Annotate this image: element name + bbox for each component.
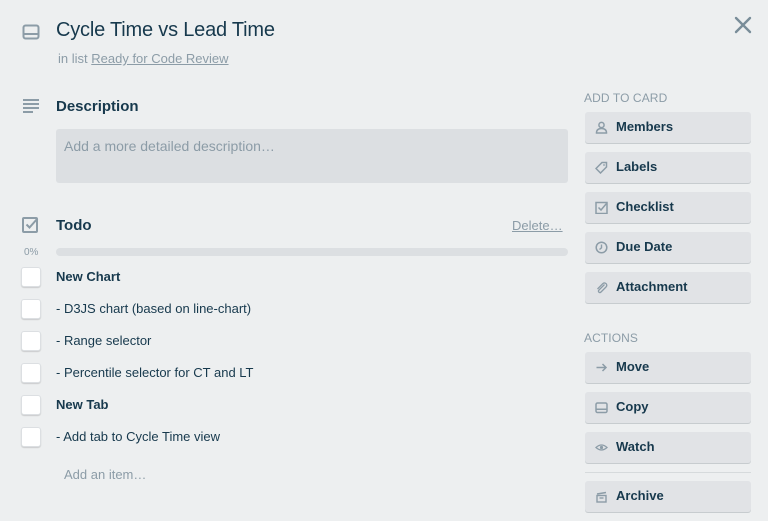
sidebar-labels-label: Labels	[616, 159, 658, 174]
sidebar-archive-label: Archive	[616, 488, 664, 503]
checklist-item-text[interactable]: - Percentile selector for CT and LT	[56, 365, 254, 380]
sidebar-members-button[interactable]: Members	[585, 112, 751, 143]
in-list-prefix: in list	[58, 51, 88, 66]
sidebar-labels-button[interactable]: Labels	[585, 152, 751, 183]
sidebar-attachment-button[interactable]: Attachment	[585, 272, 751, 303]
checklist-heading[interactable]: Todo	[56, 217, 92, 234]
close-icon[interactable]	[732, 14, 754, 36]
sidebar-archive-button[interactable]: Archive	[585, 481, 751, 512]
checklist-item[interactable]: New Tab	[20, 395, 560, 417]
checklist-item-checkbox[interactable]	[21, 427, 41, 447]
description-heading: Description	[56, 98, 139, 115]
checklist-item-text[interactable]: - D3JS chart (based on line-chart)	[56, 301, 251, 316]
checklist-item-text[interactable]: New Tab	[56, 397, 109, 412]
card-icon	[595, 402, 608, 414]
checkbox-icon	[595, 201, 608, 214]
clock-icon	[595, 241, 608, 254]
checklist-icon	[22, 217, 39, 233]
checklist-item[interactable]: - Add tab to Cycle Time view	[20, 427, 560, 449]
sidebar-members-label: Members	[616, 119, 674, 134]
checklist-item-checkbox[interactable]	[21, 331, 41, 351]
sidebar-move-label: Move	[616, 359, 650, 374]
actions-heading: ACTIONS	[584, 331, 639, 345]
checklist-item[interactable]: - D3JS chart (based on line-chart)	[20, 299, 560, 321]
checklist-item-checkbox[interactable]	[21, 267, 41, 287]
description-input[interactable]: Add a more detailed description…	[56, 129, 568, 183]
person-icon	[595, 121, 608, 134]
list-link[interactable]: Ready for Code Review	[91, 51, 228, 66]
add-to-card-heading: ADD TO CARD	[584, 91, 668, 105]
sidebar-watch-button[interactable]: Watch	[585, 432, 751, 463]
sidebar-attachment-label: Attachment	[616, 279, 688, 294]
sidebar-checklist-button[interactable]: Checklist	[585, 192, 751, 223]
checklist-progress-bar	[56, 248, 568, 256]
card-list-info: in list Ready for Code Review	[58, 51, 229, 66]
paperclip-icon	[597, 282, 608, 294]
sidebar-due-date-button[interactable]: Due Date	[585, 232, 751, 263]
sidebar-move-button[interactable]: Move	[585, 352, 751, 383]
archive-icon	[596, 491, 607, 503]
description-icon	[23, 99, 39, 113]
checklist-item[interactable]: - Range selector	[20, 331, 560, 353]
checklist-item-text[interactable]: - Range selector	[56, 333, 151, 348]
sidebar-due-date-label: Due Date	[616, 239, 673, 254]
sidebar-copy-label: Copy	[616, 399, 649, 414]
tag-icon	[595, 161, 608, 174]
sidebar-copy-button[interactable]: Copy	[585, 392, 751, 423]
checklist-item-checkbox[interactable]	[21, 395, 41, 415]
arrow-right-icon	[596, 363, 608, 372]
checklist-item-checkbox[interactable]	[21, 299, 41, 319]
card-icon	[22, 24, 40, 40]
checklist-item-text[interactable]: New Chart	[56, 269, 120, 284]
checklist-item-checkbox[interactable]	[21, 363, 41, 383]
sidebar-watch-label: Watch	[616, 439, 655, 454]
actions-divider	[585, 472, 751, 473]
checklist-progress-label: 0%	[24, 247, 39, 258]
checklist-item-text[interactable]: - Add tab to Cycle Time view	[56, 429, 220, 444]
add-item-input[interactable]: Add an item…	[64, 467, 146, 482]
checklist-item[interactable]: New Chart	[20, 267, 560, 289]
eye-icon	[595, 444, 608, 451]
sidebar-checklist-label: Checklist	[616, 199, 674, 214]
checklist-item[interactable]: - Percentile selector for CT and LT	[20, 363, 560, 385]
delete-checklist-link[interactable]: Delete…	[512, 218, 563, 233]
card-title[interactable]: Cycle Time vs Lead Time	[56, 19, 275, 42]
